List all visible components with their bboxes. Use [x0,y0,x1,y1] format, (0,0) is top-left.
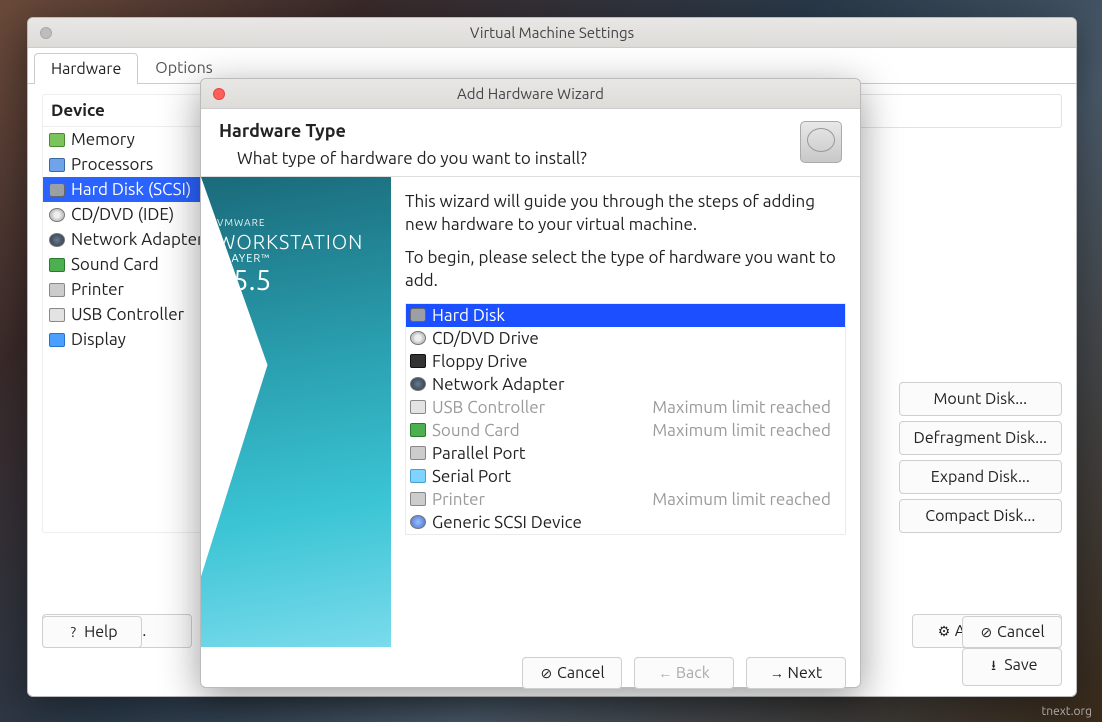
limit-label: Maximum limit reached [652,490,841,509]
wizard-intro-1: This wizard will guide you through the s… [405,191,846,237]
product-suffix: PLAYER™ [217,253,375,265]
floppy-icon [410,354,426,368]
vm-settings-titlebar[interactable]: Virtual Machine Settings [28,18,1076,48]
expand-disk-button[interactable]: Expand Disk... [899,460,1062,494]
tab-hardware[interactable]: Hardware [34,53,138,84]
wizard-window-controls [213,88,225,100]
arrow-right-icon: → [770,665,784,681]
hw-parallel[interactable]: Parallel Port [406,442,845,465]
wizard-subheading: What type of hardware do you want to ins… [219,149,587,168]
compact-disk-button[interactable]: Compact Disk... [899,499,1062,533]
usb-icon [49,308,65,322]
hw-floppy[interactable]: Floppy Drive [406,350,845,373]
vm-settings-title: Virtual Machine Settings [470,24,634,41]
wizard-titlebar[interactable]: Add Hardware Wizard [201,79,860,109]
close-icon[interactable] [40,27,52,39]
wizard-cancel-button[interactable]: ⊘ Cancel [522,657,622,689]
hardware-type-list: Hard Disk CD/DVD Drive Floppy Drive Netw… [405,303,846,535]
scsi-icon [410,515,426,529]
limit-label: Maximum limit reached [652,421,841,440]
network-icon [410,377,426,391]
display-icon [49,333,65,347]
hw-hard-disk[interactable]: Hard Disk [406,304,845,327]
hw-generic-scsi[interactable]: Generic SCSI Device [406,511,845,534]
wizard-header: Hardware Type What type of hardware do y… [201,109,860,177]
hw-cddvd[interactable]: CD/DVD Drive [406,327,845,350]
usb-icon [410,400,426,414]
disk-icon [410,308,426,322]
parallel-icon [410,446,426,460]
cd-icon [410,331,426,345]
watermark: tnext.org [1042,705,1093,718]
memory-icon [49,133,65,147]
limit-label: Maximum limit reached [652,398,841,417]
printer-icon [49,283,65,297]
disk-icon [49,183,65,197]
wizard-intro-2: To begin, please select the type of hard… [405,247,846,293]
version-label: 15.5 [217,265,375,296]
cancel-icon: ⊘ [539,665,553,682]
wizard-main: This wizard will guide you through the s… [391,177,860,647]
wizard-next-button[interactable]: → Next [746,657,846,689]
cancel-icon: ⊘ [979,624,993,641]
window-controls [40,27,52,39]
wizard-title: Add Hardware Wizard [457,85,604,102]
sound-icon [49,258,65,272]
hard-disk-icon [800,121,842,163]
defragment-disk-button[interactable]: Defragment Disk... [899,421,1062,455]
printer-icon [410,492,426,506]
hw-serial[interactable]: Serial Port [406,465,845,488]
hw-printer: PrinterMaximum limit reached [406,488,845,511]
brand-label: VMWARE [217,217,375,228]
help-icon: ? [66,624,80,640]
close-icon[interactable] [213,88,225,100]
wizard-footer: ⊘ Cancel ← Back → Next [201,647,860,699]
hw-network[interactable]: Network Adapter [406,373,845,396]
cd-icon [49,208,65,222]
settings-cancel-button[interactable]: ⊘ Cancel [962,616,1062,648]
save-icon: ⭳ [987,655,1001,679]
mount-disk-button[interactable]: Mount Disk... [899,382,1062,416]
arrow-left-icon: ← [658,665,672,681]
add-hardware-wizard-window: Add Hardware Wizard Hardware Type What t… [200,78,861,688]
wizard-back-button: ← Back [634,657,734,689]
help-button[interactable]: ? Help [42,616,142,648]
network-icon [49,233,65,247]
cpu-icon [49,158,65,172]
wizard-sidebar: VMWARE WORKSTATION PLAYER™ 15.5 [201,177,391,647]
serial-icon [410,469,426,483]
settings-save-button[interactable]: ⭳ Save [962,648,1062,686]
sound-icon [410,423,426,437]
hw-usb: USB ControllerMaximum limit reached [406,396,845,419]
wizard-heading: Hardware Type [219,121,587,141]
hw-sound: Sound CardMaximum limit reached [406,419,845,442]
